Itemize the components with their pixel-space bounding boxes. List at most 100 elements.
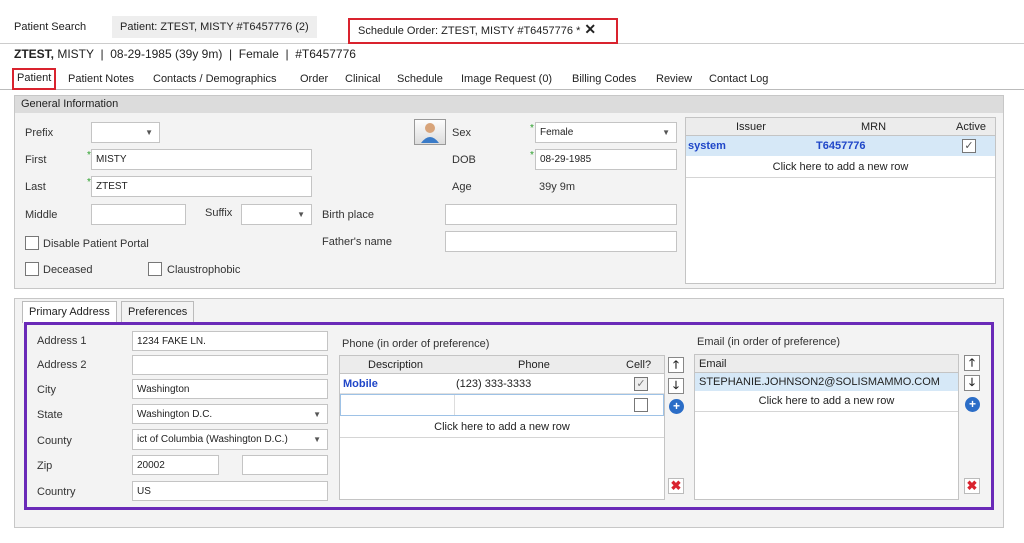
last-name-field[interactable]: ZTEST — [91, 176, 312, 197]
required-marker: * — [530, 123, 534, 134]
tab-image-request[interactable]: Image Request (0) — [461, 69, 552, 89]
tab-contact-log[interactable]: Contact Log — [709, 69, 768, 89]
document-tab-bar: Patient Search Patient: ZTEST, MISTY #T6… — [0, 0, 1024, 44]
required-marker: * — [530, 150, 534, 161]
add-phone-icon[interactable]: + — [669, 399, 684, 414]
suffix-label: Suffix — [205, 207, 233, 219]
chevron-down-icon: ▼ — [662, 128, 670, 137]
zip-label: Zip — [37, 460, 53, 472]
sex-label: Sex — [452, 127, 471, 139]
first-name-field[interactable]: MISTY — [91, 149, 312, 170]
table-row[interactable]: Mobile (123) 333-3333 ✓ — [340, 374, 664, 394]
move-up-icon[interactable]: 🡑 — [668, 357, 684, 373]
zip-extension-field[interactable] — [242, 455, 328, 475]
zip-field[interactable]: 20002 — [132, 455, 219, 475]
email-title: Email (in order of preference) — [697, 336, 841, 348]
dob-label: DOB — [452, 154, 476, 166]
chevron-down-icon: ▼ — [145, 128, 153, 137]
address1-field[interactable]: 1234 FAKE LN. — [132, 331, 328, 351]
county-label: County — [37, 435, 72, 447]
disable-portal-label: Disable Patient Portal — [43, 238, 149, 250]
cell-checkbox[interactable]: ✓ — [634, 377, 648, 391]
middle-name-field[interactable] — [91, 204, 186, 225]
delete-phone-icon[interactable]: ✖ — [668, 478, 684, 494]
claustrophobic-label: Claustrophobic — [167, 264, 241, 276]
fathers-name-label: Father's name — [322, 236, 392, 248]
city-field[interactable]: Washington — [132, 379, 328, 399]
tab-review[interactable]: Review — [656, 69, 692, 89]
description-header[interactable]: Description — [368, 356, 423, 374]
cell-header[interactable]: Cell? — [626, 356, 651, 374]
tab-schedule[interactable]: Schedule — [397, 69, 443, 89]
deceased-label: Deceased — [43, 264, 93, 276]
tab-patient-notes[interactable]: Patient Notes — [68, 69, 134, 89]
age-label: Age — [452, 181, 472, 193]
country-label: Country — [37, 486, 76, 498]
phone-new-row[interactable] — [340, 394, 664, 416]
issuer-grid-header: Issuer MRN Active — [686, 118, 995, 136]
general-information-title: General Information — [15, 96, 1003, 113]
cell-checkbox[interactable] — [634, 398, 648, 412]
email-add-row[interactable]: Click here to add a new row — [695, 391, 958, 412]
move-down-icon[interactable]: 🡓 — [964, 375, 980, 391]
tab-billing-codes[interactable]: Billing Codes — [572, 69, 636, 89]
disable-portal-checkbox[interactable] — [25, 236, 39, 250]
chevron-down-icon: ▼ — [311, 430, 321, 449]
sex-select[interactable]: Female ▼ — [535, 122, 677, 143]
active-checkbox[interactable]: ✓ — [962, 139, 976, 153]
state-select[interactable]: Washington D.C. ▼ — [132, 404, 328, 424]
tab-contacts-demographics[interactable]: Contacts / Demographics — [153, 69, 277, 89]
tab-clinical[interactable]: Clinical — [345, 69, 380, 89]
chevron-down-icon: ▼ — [297, 210, 305, 219]
table-row[interactable]: system T6457776 ✓ — [686, 136, 995, 156]
email-grid: Email STEPHANIE.JOHNSON2@SOLISMAMMO.COM … — [694, 354, 959, 500]
tab-patient[interactable]: Patient — [12, 68, 57, 90]
phone-grid: Description Phone Cell? Mobile (123) 333… — [339, 355, 665, 500]
patient-header: ZTEST, MISTY | 08-29-1985 (39y 9m) | Fem… — [14, 47, 356, 61]
patient-photo-icon[interactable] — [414, 119, 446, 145]
county-select[interactable]: ict of Columbia (Washington D.C.) ▼ — [132, 429, 328, 450]
claustrophobic-checkbox[interactable] — [148, 262, 162, 276]
tab-preferences[interactable]: Preferences — [121, 301, 195, 323]
city-label: City — [37, 384, 56, 396]
email-header[interactable]: Email — [695, 355, 958, 373]
birth-place-field[interactable] — [445, 204, 677, 225]
tab-patient-record[interactable]: Patient: ZTEST, MISTY #T6457776 (2) — [112, 16, 317, 38]
tab-schedule-order[interactable]: Schedule Order: ZTEST, MISTY #T6457776 *… — [348, 18, 618, 44]
fathers-name-field[interactable] — [445, 231, 677, 252]
issuer-cell: system — [688, 140, 726, 152]
phone-header[interactable]: Phone — [518, 356, 550, 374]
address1-label: Address 1 — [37, 335, 87, 347]
tab-primary-address[interactable]: Primary Address — [22, 301, 117, 323]
issuer-mrn-grid: Issuer MRN Active system T6457776 ✓ Clic… — [685, 117, 996, 284]
birth-place-label: Birth place — [322, 209, 374, 221]
first-name-label: First — [25, 154, 47, 166]
phone-number-cell: (123) 333-3333 — [456, 378, 532, 390]
move-down-icon[interactable]: 🡓 — [668, 378, 684, 394]
phone-description-cell: Mobile — [343, 378, 378, 390]
issuer-add-row[interactable]: Click here to add a new row — [686, 156, 995, 178]
issuer-header[interactable]: Issuer — [736, 118, 766, 136]
mrn-header[interactable]: MRN — [861, 118, 886, 136]
prefix-select[interactable]: ▼ — [91, 122, 160, 143]
country-field[interactable]: US — [132, 481, 328, 501]
close-icon[interactable]: ✕ — [584, 21, 596, 37]
phone-add-row[interactable]: Click here to add a new row — [340, 416, 664, 438]
tab-patient-search[interactable]: Patient Search — [6, 16, 94, 38]
tab-order[interactable]: Order — [300, 69, 328, 89]
table-row[interactable]: STEPHANIE.JOHNSON2@SOLISMAMMO.COM — [695, 373, 958, 391]
phone-title: Phone (in order of preference) — [342, 338, 490, 350]
deceased-checkbox[interactable] — [25, 262, 39, 276]
address2-field[interactable] — [132, 355, 328, 375]
prefix-label: Prefix — [25, 127, 54, 139]
add-email-icon[interactable]: + — [965, 397, 980, 412]
phone-grid-header: Description Phone Cell? — [340, 356, 664, 374]
last-name-label: Last — [25, 181, 46, 193]
delete-email-icon[interactable]: ✖ — [964, 478, 980, 494]
suffix-select[interactable]: ▼ — [241, 204, 312, 225]
active-header[interactable]: Active — [956, 118, 986, 136]
dob-field[interactable]: 08-29-1985 — [535, 149, 677, 170]
move-up-icon[interactable]: 🡑 — [964, 355, 980, 371]
state-label: State — [37, 409, 63, 421]
column-divider — [454, 395, 455, 415]
